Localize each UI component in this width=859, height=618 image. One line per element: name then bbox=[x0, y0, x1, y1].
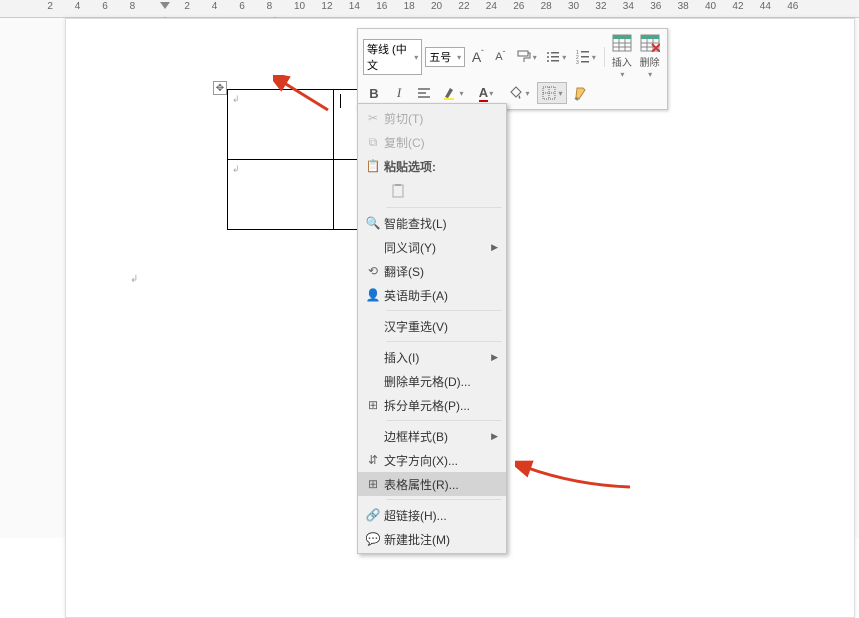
insert-label: 插入 bbox=[612, 58, 632, 69]
grow-font-button[interactable]: Aˆ bbox=[468, 46, 487, 68]
menu-text-direction[interactable]: ⇵ 文字方向(X)... bbox=[358, 448, 506, 472]
menu-chinese-reselect[interactable]: 汉字重选(V) bbox=[358, 314, 506, 338]
mini-toolbar: 等线 (中文▾ 五号▾ Aˆ Aˇ ▾ ▾ 123▾ 插入▾ 删除▾ B I ▾ bbox=[357, 28, 668, 110]
paragraph-mark: ↲ bbox=[130, 274, 138, 285]
highlight-button[interactable]: ▾ bbox=[438, 82, 468, 104]
text-direction-icon: ⇵ bbox=[362, 453, 384, 467]
copy-icon: ⧉ bbox=[362, 135, 384, 150]
menu-copy[interactable]: ⧉ 复制(C) bbox=[358, 130, 506, 154]
first-line-indent-marker[interactable] bbox=[160, 2, 170, 9]
paste-icon: 📋 bbox=[362, 159, 384, 173]
table-cell[interactable]: ↲ bbox=[228, 160, 334, 230]
italic-button[interactable]: I bbox=[388, 82, 410, 104]
context-menu: ✂ 剪切(T) ⧉ 复制(C) 📋 粘贴选项: 🔍 智能查找(L) 同义词(Y)… bbox=[357, 103, 507, 554]
menu-translate[interactable]: ⟲ 翻译(S) bbox=[358, 259, 506, 283]
submenu-arrow-icon: ▶ bbox=[491, 242, 498, 253]
numbering-button[interactable]: 123▾ bbox=[572, 46, 599, 68]
menu-delete-cell[interactable]: 删除单元格(D)... bbox=[358, 369, 506, 393]
shading-button[interactable]: ▾ bbox=[504, 82, 534, 104]
menu-border-style[interactable]: 边框样式(B) ▶ bbox=[358, 424, 506, 448]
align-button[interactable] bbox=[413, 82, 435, 104]
font-family-select[interactable]: 等线 (中文▾ bbox=[363, 39, 422, 75]
menu-english-assistant[interactable]: 👤 英语助手(A) bbox=[358, 283, 506, 307]
separator bbox=[386, 310, 502, 311]
menu-paste-options-header: 📋 粘贴选项: bbox=[358, 154, 506, 178]
assistant-icon: 👤 bbox=[362, 288, 384, 302]
split-cell-icon: ⊞ bbox=[362, 398, 384, 412]
bold-button[interactable]: B bbox=[363, 82, 385, 104]
table-move-handle[interactable]: ✥ bbox=[213, 81, 227, 95]
menu-smart-lookup[interactable]: 🔍 智能查找(L) bbox=[358, 211, 506, 235]
menu-hyperlink[interactable]: 🔗 超链接(H)... bbox=[358, 503, 506, 527]
translate-icon: ⟲ bbox=[362, 264, 384, 278]
menu-cut[interactable]: ✂ 剪切(T) bbox=[358, 106, 506, 130]
text-cursor bbox=[340, 94, 341, 108]
horizontal-ruler[interactable]: 8642246810121416182022242628303234363840… bbox=[0, 0, 859, 18]
comment-icon: 💬 bbox=[362, 532, 384, 546]
borders-button[interactable]: ▾ bbox=[537, 82, 567, 104]
separator bbox=[604, 47, 605, 67]
delete-label: 删除 bbox=[640, 58, 660, 69]
separator bbox=[386, 341, 502, 342]
submenu-arrow-icon: ▶ bbox=[491, 352, 498, 363]
table-properties-icon: ⊞ bbox=[362, 477, 384, 491]
bullets-button[interactable]: ▾ bbox=[543, 46, 570, 68]
cut-icon: ✂ bbox=[362, 111, 384, 125]
table-cell[interactable]: ↲ bbox=[228, 90, 334, 160]
menu-synonyms[interactable]: 同义词(Y) ▶ bbox=[358, 235, 506, 259]
separator bbox=[386, 420, 502, 421]
menu-insert[interactable]: 插入(I) ▶ bbox=[358, 345, 506, 369]
format-painter-button[interactable]: ▾ bbox=[513, 46, 540, 68]
table-insert-button[interactable]: 插入▾ bbox=[610, 34, 635, 80]
shrink-font-button[interactable]: Aˇ bbox=[491, 46, 510, 68]
menu-new-comment[interactable]: 💬 新建批注(M) bbox=[358, 527, 506, 551]
separator bbox=[386, 207, 502, 208]
clear-format-button[interactable] bbox=[570, 82, 592, 104]
search-icon: 🔍 bbox=[362, 216, 384, 230]
svg-text:3: 3 bbox=[576, 60, 579, 65]
table-delete-button[interactable]: 删除▾ bbox=[637, 34, 662, 80]
font-size-select[interactable]: 五号▾ bbox=[425, 47, 465, 67]
menu-table-properties[interactable]: ⊞ 表格属性(R)... bbox=[358, 472, 506, 496]
paste-options-row bbox=[358, 178, 506, 204]
menu-split-cell[interactable]: ⊞ 拆分单元格(P)... bbox=[358, 393, 506, 417]
font-color-button[interactable]: A▾ bbox=[471, 82, 501, 104]
hyperlink-icon: 🔗 bbox=[362, 508, 384, 522]
paste-option-keep-text[interactable] bbox=[386, 180, 410, 202]
submenu-arrow-icon: ▶ bbox=[491, 431, 498, 442]
separator bbox=[386, 499, 502, 500]
